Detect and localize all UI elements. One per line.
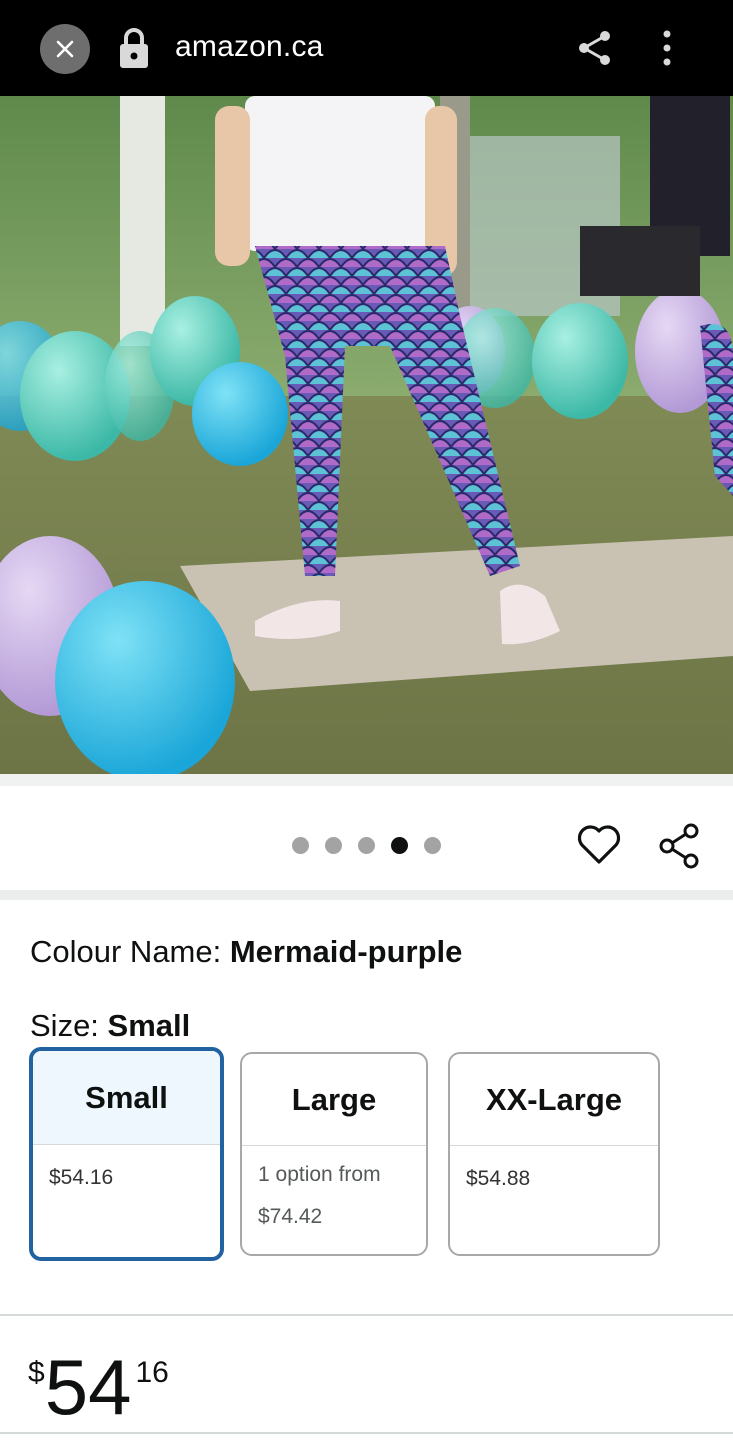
price-symbol: $: [28, 1356, 45, 1389]
size-option-large[interactable]: Large 1 option from $74.42: [240, 1052, 428, 1256]
product-image[interactable]: [0, 96, 733, 774]
pager-dot-active[interactable]: [391, 837, 408, 854]
more-vert-icon[interactable]: [652, 28, 682, 68]
pager-dot[interactable]: [358, 837, 375, 854]
size-option-xx-large[interactable]: XX-Large $54.88: [448, 1052, 660, 1256]
section-divider: [0, 890, 733, 900]
photo-divider: [0, 774, 733, 786]
size-option-price: $54.16: [49, 1166, 114, 1189]
colour-name-row: Colour Name: Mermaid-purple: [30, 934, 462, 970]
section-divider: [0, 1314, 733, 1316]
size-option-note: 1 option from: [258, 1163, 381, 1186]
pager-dot[interactable]: [424, 837, 441, 854]
close-icon: [56, 40, 74, 58]
colour-value: Mermaid-purple: [229, 934, 463, 969]
size-option-name: Large: [242, 1054, 426, 1146]
image-pager[interactable]: [292, 837, 441, 854]
section-divider: [0, 1432, 733, 1434]
lock-icon: [120, 28, 148, 68]
size-option-price: $74.42: [258, 1205, 323, 1228]
colour-label: Colour Name:: [30, 934, 230, 969]
size-option-small[interactable]: Small $54.16: [29, 1047, 224, 1261]
product-price: $ 54 16: [28, 1348, 169, 1426]
url-text[interactable]: amazon.ca: [175, 30, 324, 64]
browser-toolbar: amazon.ca: [0, 0, 733, 96]
price-fraction: 16: [135, 1356, 169, 1389]
share-icon[interactable]: [656, 822, 704, 870]
close-tab-button[interactable]: [40, 24, 90, 74]
size-row: Size: Small: [30, 1008, 190, 1044]
pager-dot[interactable]: [292, 837, 309, 854]
size-option-price: $54.88: [466, 1167, 531, 1190]
size-value: Small: [107, 1008, 191, 1043]
heart-icon[interactable]: [576, 822, 622, 868]
share-icon[interactable]: [575, 28, 615, 68]
product-photo-illustration: [0, 96, 733, 774]
size-label: Size:: [30, 1008, 108, 1043]
price-whole: 54: [44, 1343, 132, 1431]
size-option-name: XX-Large: [450, 1054, 658, 1146]
size-option-name: Small: [33, 1051, 220, 1145]
pager-dot[interactable]: [325, 837, 342, 854]
